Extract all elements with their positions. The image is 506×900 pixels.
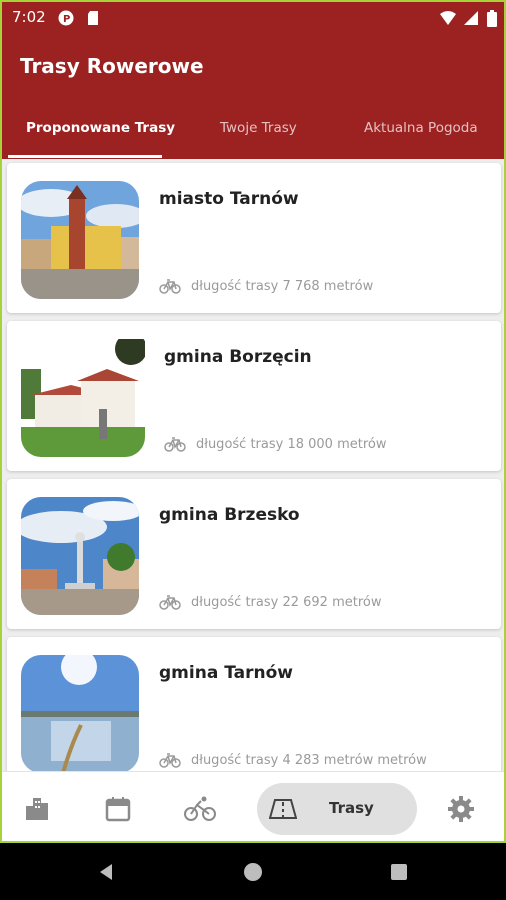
app-bar: Trasy Rowerowe Proponowane Trasy Twoje T… xyxy=(2,32,504,159)
bike-icon xyxy=(159,753,181,768)
route-thumbnail xyxy=(21,181,139,299)
settings-icon[interactable] xyxy=(448,796,474,822)
route-thumbnail xyxy=(21,339,145,457)
route-length: długość trasy 18 000 metrów xyxy=(196,437,387,452)
app-window: 7:02 P Trasy Rowerowe Proponowane Trasy … xyxy=(0,0,506,843)
route-card[interactable]: gmina Tarnów długość trasy 4 283 metrów … xyxy=(7,637,501,771)
route-thumbnail xyxy=(21,497,139,615)
status-time: 7:02 xyxy=(12,8,46,26)
route-length: długość trasy 4 283 metrów metrów xyxy=(191,753,427,768)
map-icon xyxy=(269,799,297,819)
sd-card-icon xyxy=(88,11,98,25)
app-title: Trasy Rowerowe xyxy=(20,54,204,78)
tab-twoje-trasy[interactable]: Twoje Trasy xyxy=(220,120,297,136)
nav-item-trasy-label: Trasy xyxy=(329,799,374,817)
route-name: gmina Borzęcin xyxy=(164,347,312,367)
recents-icon[interactable] xyxy=(390,863,408,881)
route-length: długość trasy 22 692 metrów xyxy=(191,595,382,610)
status-bar: 7:02 P xyxy=(2,2,504,32)
calendar-icon[interactable] xyxy=(105,796,131,822)
system-navigation-bar xyxy=(0,843,506,900)
route-name: miasto Tarnów xyxy=(159,189,299,209)
bottom-navigation: Trasy xyxy=(2,771,504,841)
bike-icon xyxy=(159,595,181,610)
home-icon[interactable] xyxy=(243,862,263,882)
tab-aktualna-pogoda[interactable]: Aktualna Pogoda xyxy=(364,120,478,136)
battery-icon xyxy=(487,10,497,27)
back-icon[interactable] xyxy=(96,862,116,882)
route-thumbnail xyxy=(21,655,139,771)
notification-app-icon: P xyxy=(58,10,74,26)
route-name: gmina Brzesko xyxy=(159,505,300,525)
cyclist-icon[interactable] xyxy=(184,796,216,822)
bike-icon xyxy=(164,437,186,452)
signal-icon xyxy=(464,11,478,25)
route-card[interactable]: miasto Tarnów długość trasy 7 768 metrów xyxy=(7,163,501,313)
svg-text:P: P xyxy=(63,14,70,25)
nav-item-trasy[interactable]: Trasy xyxy=(257,783,417,835)
tab-proponowane-trasy[interactable]: Proponowane Trasy xyxy=(26,120,175,136)
route-length: długość trasy 7 768 metrów xyxy=(191,279,374,294)
route-name: gmina Tarnów xyxy=(159,663,293,683)
route-list[interactable]: miasto Tarnów długość trasy 7 768 metrów xyxy=(2,159,504,771)
city-icon[interactable] xyxy=(24,796,50,820)
route-card[interactable]: gmina Borzęcin długość trasy 18 000 metr… xyxy=(7,321,501,471)
wifi-icon xyxy=(440,11,456,25)
bike-icon xyxy=(159,279,181,294)
active-tab-indicator xyxy=(8,155,162,158)
route-card[interactable]: gmina Brzesko długość trasy 22 692 metró… xyxy=(7,479,501,629)
